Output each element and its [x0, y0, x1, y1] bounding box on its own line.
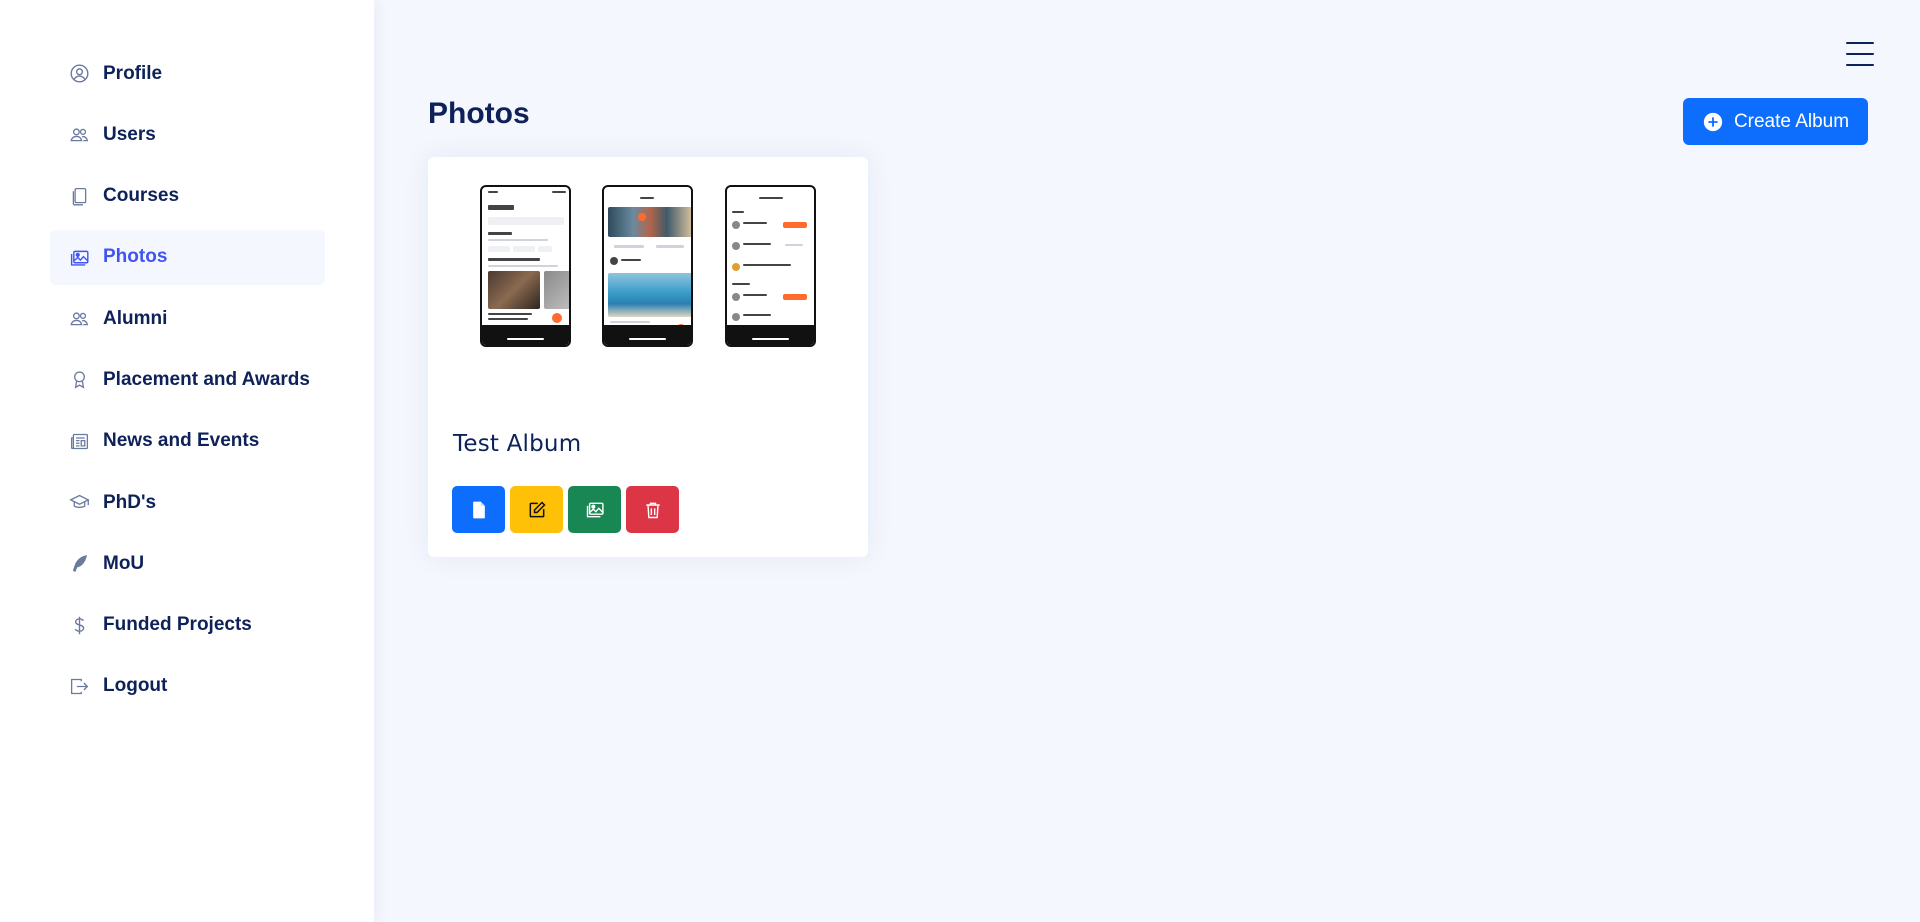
- sidebar-item-label: Funded Projects: [103, 614, 252, 636]
- sidebar-item-users[interactable]: Users: [50, 107, 325, 162]
- hamburger-icon[interactable]: [1846, 42, 1874, 66]
- sidebar-item-phds[interactable]: PhD's: [50, 475, 325, 530]
- sidebar-item-mou[interactable]: MoU: [50, 536, 325, 591]
- sidebar-item-alumni[interactable]: Alumni: [50, 291, 325, 346]
- sidebar-item-label: News and Events: [103, 430, 260, 452]
- create-album-button[interactable]: Create Album: [1683, 98, 1868, 145]
- journals-icon: [68, 185, 90, 207]
- newspaper-icon: [68, 430, 90, 452]
- sidebar-nav: Profile Users Courses Photos Alumni Plac…: [50, 46, 325, 720]
- sidebar-item-label: Logout: [103, 675, 168, 697]
- sidebar-item-funded-projects[interactable]: Funded Projects: [50, 598, 325, 653]
- sidebar-item-label: PhD's: [103, 491, 157, 513]
- sidebar-item-label: Alumni: [103, 307, 168, 329]
- album-name: Test Album: [453, 431, 582, 457]
- feather-icon: [68, 553, 90, 575]
- page-title: Photos: [428, 97, 530, 130]
- phone-mockup: [725, 185, 816, 347]
- award-icon: [68, 369, 90, 391]
- sidebar: Profile Users Courses Photos Alumni Plac…: [0, 0, 374, 922]
- album-card: Test Album: [428, 157, 868, 557]
- sidebar-item-label: Profile: [103, 62, 163, 84]
- phone-mockup: [602, 185, 693, 347]
- album-cover-image[interactable]: [480, 185, 816, 349]
- delete-album-button[interactable]: [626, 486, 679, 533]
- phone-mockup: [480, 185, 571, 347]
- box-arrow-right-icon: [68, 675, 90, 697]
- sidebar-item-news-and-events[interactable]: News and Events: [50, 414, 325, 469]
- sidebar-item-label: Courses: [103, 185, 180, 207]
- view-album-button[interactable]: [452, 486, 505, 533]
- sidebar-item-placement-and-awards[interactable]: Placement and Awards: [50, 352, 325, 407]
- sidebar-item-label: Photos: [103, 246, 168, 268]
- images-icon: [585, 500, 605, 520]
- person-circle-icon: [68, 63, 90, 85]
- create-album-label: Create Album: [1733, 110, 1850, 132]
- people-icon: [68, 124, 90, 146]
- sidebar-item-photos[interactable]: Photos: [50, 229, 325, 285]
- file-icon: [469, 500, 489, 520]
- plus-circle-icon: [1702, 111, 1724, 133]
- sidebar-item-profile[interactable]: Profile: [50, 46, 325, 101]
- people-icon: [68, 308, 90, 330]
- album-photos-button[interactable]: [568, 486, 621, 533]
- pencil-square-icon: [527, 500, 547, 520]
- images-icon: [68, 246, 90, 268]
- sidebar-item-label: Users: [103, 123, 156, 145]
- edit-album-button[interactable]: [510, 486, 563, 533]
- sidebar-item-label: MoU: [103, 552, 145, 574]
- sidebar-item-label: Placement and Awards: [103, 368, 310, 390]
- album-actions: [452, 486, 679, 533]
- mortarboard-icon: [68, 492, 90, 514]
- trash-icon: [643, 500, 663, 520]
- sidebar-item-courses[interactable]: Courses: [50, 169, 325, 224]
- dollar-icon: [68, 614, 90, 636]
- sidebar-item-logout[interactable]: Logout: [50, 659, 325, 714]
